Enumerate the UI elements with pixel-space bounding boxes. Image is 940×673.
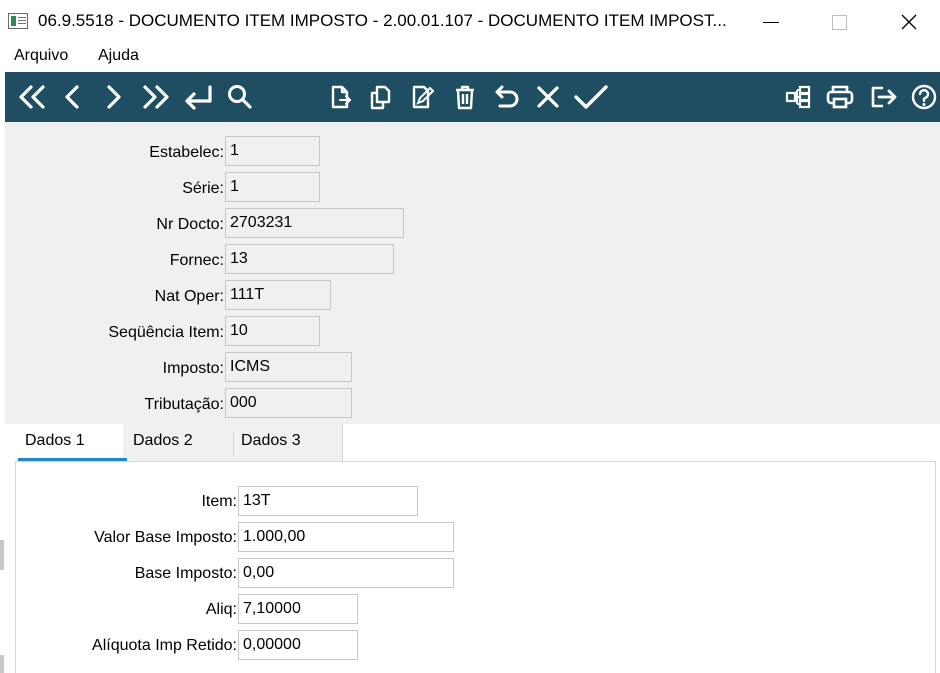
- save-icon[interactable]: [571, 78, 611, 116]
- goto-icon[interactable]: [179, 78, 217, 116]
- serie-field[interactable]: 1: [225, 172, 320, 202]
- undo-icon[interactable]: [491, 78, 521, 116]
- valor-base-imposto-field[interactable]: 1.000,00: [238, 522, 454, 552]
- fornec-field[interactable]: 13: [225, 244, 394, 274]
- left-edge: [0, 655, 4, 673]
- cancel-icon[interactable]: [533, 78, 563, 116]
- previous-icon[interactable]: [59, 78, 85, 116]
- tab-dados-3[interactable]: Dados 3: [241, 432, 301, 450]
- delete-icon[interactable]: [451, 78, 479, 116]
- minimize-button[interactable]: [748, 0, 794, 44]
- toolbar: [5, 72, 940, 122]
- tab-divider: [342, 424, 343, 462]
- tab-divider: [233, 432, 234, 456]
- nat-oper-field[interactable]: 111T: [225, 280, 331, 310]
- edit-icon[interactable]: [409, 78, 437, 116]
- sequencia-item-label: Seqüência Item:: [108, 324, 224, 341]
- tree-icon[interactable]: [783, 78, 813, 116]
- nat-oper-label: Nat Oper:: [154, 288, 224, 305]
- aliquota-imp-retido-label: Alíquota Imp Retido:: [92, 637, 237, 654]
- menu-ajuda[interactable]: Ajuda: [98, 47, 139, 65]
- aliq-field[interactable]: 7,10000: [238, 594, 358, 624]
- estabelec-field[interactable]: 1: [225, 136, 320, 166]
- estabelec-label: Estabelec:: [149, 144, 224, 161]
- valor-base-imposto-label: Valor Base Imposto:: [94, 529, 237, 546]
- header-form: [5, 122, 940, 424]
- aliq-label: Aliq:: [205, 601, 237, 618]
- copy-icon[interactable]: [367, 78, 395, 116]
- sequencia-item-field[interactable]: 10: [225, 316, 320, 346]
- left-edge: [0, 540, 4, 570]
- imposto-label: Imposto:: [162, 360, 224, 377]
- search-icon[interactable]: [225, 78, 255, 116]
- maximize-icon: [831, 14, 847, 30]
- window-title: 06.9.5518 - DOCUMENTO ITEM IMPOSTO - 2.0…: [38, 11, 727, 30]
- minimize-icon: [763, 21, 779, 23]
- close-button[interactable]: [886, 0, 932, 44]
- fornec-label: Fornec:: [169, 252, 224, 269]
- exit-icon[interactable]: [867, 78, 901, 116]
- tab-dados-2[interactable]: Dados 2: [133, 432, 193, 450]
- next-icon[interactable]: [101, 78, 127, 116]
- item-field[interactable]: 13T: [238, 486, 418, 516]
- imposto-field[interactable]: ICMS: [225, 352, 352, 382]
- first-icon[interactable]: [15, 78, 49, 116]
- help-icon[interactable]: [909, 78, 939, 116]
- nr-docto-label: Nr Docto:: [156, 216, 224, 233]
- last-icon[interactable]: [139, 78, 173, 116]
- tributacao-field[interactable]: 000: [225, 388, 352, 418]
- base-imposto-label: Base Imposto:: [134, 565, 237, 582]
- nr-docto-field[interactable]: 2703231: [225, 208, 404, 238]
- close-icon: [901, 14, 917, 30]
- menu-bar: Arquivo Ajuda: [0, 44, 940, 70]
- tab-strip: Dados 1 Dados 2 Dados 3: [5, 424, 940, 462]
- maximize-button[interactable]: [816, 0, 862, 44]
- item-label: Item:: [201, 493, 237, 510]
- aliquota-imp-retido-field[interactable]: 0,00000: [238, 630, 358, 660]
- tab-dados-1[interactable]: Dados 1: [25, 432, 85, 450]
- app-icon: [8, 13, 28, 29]
- print-icon[interactable]: [823, 78, 857, 116]
- serie-label: Série:: [182, 180, 224, 197]
- title-bar: 06.9.5518 - DOCUMENTO ITEM IMPOSTO - 2.0…: [0, 0, 940, 44]
- base-imposto-field[interactable]: 0,00: [238, 558, 454, 588]
- tributacao-label: Tributação:: [144, 396, 224, 413]
- new-icon[interactable]: [327, 78, 355, 116]
- menu-arquivo[interactable]: Arquivo: [14, 47, 68, 65]
